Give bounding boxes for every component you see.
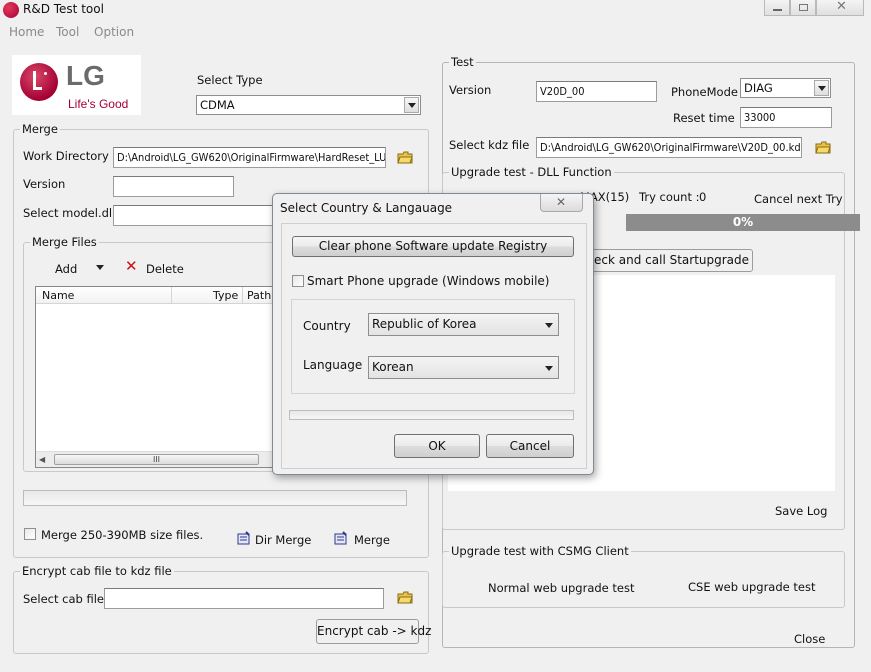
dir-merge-button[interactable]: Dir Merge [255,533,311,547]
select-type-value: CDMA [200,98,235,112]
country-dropdown[interactable]: Republic of Korea [368,313,559,336]
add-button[interactable]: Add [55,262,77,276]
merge-files-list[interactable]: Name Type Path ◀ III [35,286,275,468]
merge-size-checkbox[interactable] [24,528,36,540]
work-directory-field[interactable]: D:\Android\LG_GW620\OriginalFirmware\Har… [113,147,386,168]
merge-progress-bar [23,490,407,506]
select-cab-field[interactable] [104,588,384,609]
normal-web-upgrade-button[interactable]: Normal web upgrade test [488,581,634,595]
close-window-button[interactable]: ✕ [816,0,864,16]
language-label: Language [303,358,363,372]
test-group-title: Test [449,55,476,69]
menu-option[interactable]: Option [94,25,134,39]
upgrade-progress-text: 0% [732,215,754,229]
delete-button[interactable]: Delete [146,262,184,276]
merge-group-title: Merge [20,122,60,136]
work-directory-label: Work Directory [23,149,109,163]
upgrade-progress-bar: 0% [626,214,860,231]
column-name[interactable]: Name [42,289,74,303]
lg-tagline: Life's Good [68,97,129,111]
cancel-button[interactable]: Cancel [486,434,574,458]
menu-home[interactable]: Home [9,25,44,39]
cancel-next-try-label[interactable]: Cancel next Try [754,192,843,206]
merge-icon [334,531,348,545]
dll-function-title: Upgrade test - DLL Function [449,165,614,179]
select-model-field[interactable] [113,205,278,226]
reset-time-field[interactable]: 33000 [740,107,832,128]
cse-web-upgrade-button[interactable]: CSE web upgrade test [688,580,815,594]
scroll-left-icon[interactable]: ◀ [39,453,45,467]
select-kdz-folder-icon[interactable] [815,141,831,154]
dialog-title: Select Country & Langauage [280,201,453,215]
test-version-field[interactable]: V20D_00 [536,81,657,102]
minimize-button[interactable] [764,0,790,16]
add-dropdown-arrow-icon[interactable] [96,265,104,270]
language-dropdown[interactable]: Korean [368,356,559,379]
dialog-progress-bar [289,410,574,420]
encrypt-group-title: Encrypt cab file to kdz file [20,564,174,578]
ok-button[interactable]: OK [394,434,480,458]
minimize-icon [773,9,782,11]
select-country-dialog: Select Country & Langauage ✕ Clear phone… [272,193,594,475]
phone-mode-value: DIAG [744,81,773,95]
phone-mode-label: PhoneMode [671,85,738,99]
lg-face-icon [20,63,58,101]
try-count-label: Try count : [639,190,700,204]
csmg-title: Upgrade test with CSMG Client [449,544,631,558]
select-type-dropdown[interactable]: CDMA [196,95,421,115]
country-label: Country [303,319,351,333]
select-model-label: Select model.dll [23,206,116,220]
title-bar: R&D Test tool ✕ [0,0,871,20]
column-type[interactable]: Type [213,289,238,303]
language-value: Korean [372,360,414,374]
horizontal-scrollbar[interactable]: ◀ III [36,451,274,467]
select-kdz-field[interactable]: D:\Android\LG_GW620\OriginalFirmware\V20… [536,137,802,158]
select-cab-folder-icon[interactable] [397,591,413,604]
encrypt-cab-button[interactable]: Encrypt cab -> kdz [316,619,431,644]
smartphone-label: Smart Phone upgrade (Windows mobile) [307,274,550,288]
merge-files-title: Merge Files [30,235,99,249]
select-cab-label: Select cab file [23,592,104,606]
window-title: R&D Test tool [23,2,104,16]
work-directory-folder-icon[interactable] [397,151,413,164]
lg-logo: LG Life's Good [12,55,141,115]
maximize-button[interactable] [790,0,816,16]
test-version-label: Version [449,83,492,97]
chevron-down-icon [545,323,553,328]
app-icon [3,2,19,18]
dir-merge-icon [237,531,251,545]
maximize-icon [799,4,808,11]
try-count-value: 0 [699,190,707,204]
merge-size-label: Merge 250-390MB size files. [41,528,204,542]
close-button[interactable]: Close [794,632,825,646]
close-icon: ✕ [556,195,567,209]
dialog-close-button[interactable]: ✕ [540,194,583,212]
close-icon: ✕ [836,0,847,14]
list-header: Name Type Path [36,287,274,304]
chevron-down-icon [545,366,553,371]
country-value: Republic of Korea [372,317,477,331]
clear-registry-button[interactable]: Clear phone Software update Registry [292,236,574,257]
phone-mode-dropdown[interactable]: DIAG [740,78,831,98]
delete-x-icon: ✕ [125,257,138,275]
lg-brand: LG [66,60,105,91]
chevron-down-icon [814,80,829,96]
merge-version-label: Version [23,177,66,191]
column-path[interactable]: Path [247,289,271,303]
merge-version-field[interactable] [113,176,234,197]
save-log-button[interactable]: Save Log [775,504,827,518]
select-type-label: Select Type [197,73,263,87]
scroll-thumb[interactable]: III [54,454,259,465]
smartphone-checkbox[interactable] [292,275,304,287]
merge-button[interactable]: Merge [354,533,390,547]
reset-time-label: Reset time [673,111,735,125]
chevron-down-icon [404,97,419,113]
select-kdz-label: Select kdz file [449,138,530,152]
menu-tool[interactable]: Tool [56,25,79,39]
